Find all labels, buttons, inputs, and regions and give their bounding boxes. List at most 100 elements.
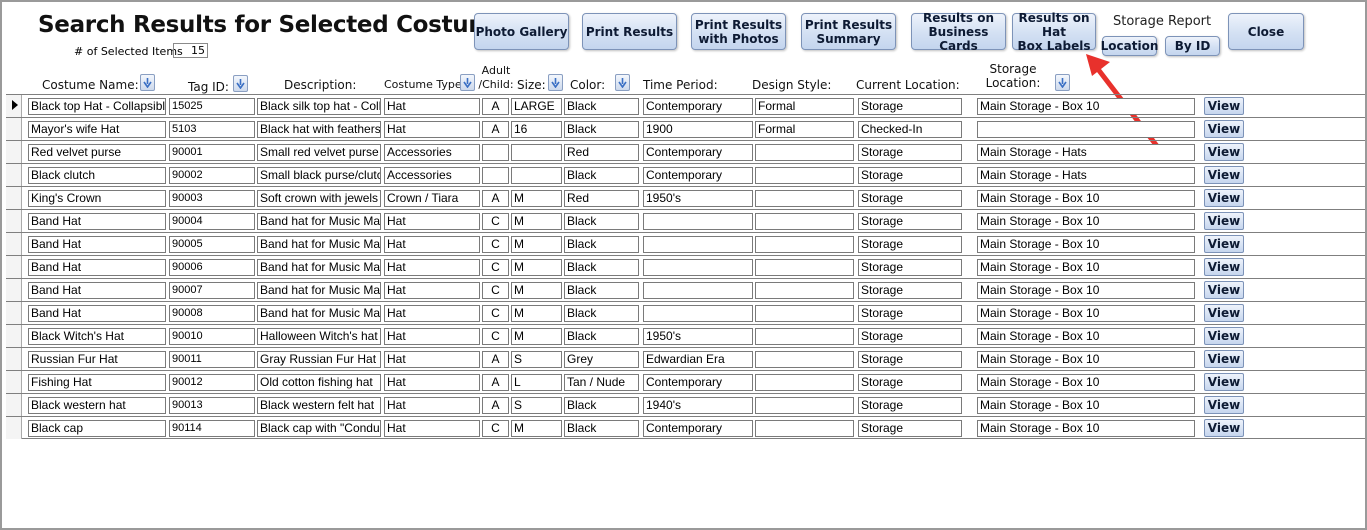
time-period-field[interactable]: Contemporary bbox=[643, 167, 753, 184]
adult-child-field[interactable]: C bbox=[482, 420, 509, 437]
view-button[interactable]: View bbox=[1204, 258, 1244, 276]
design-style-field[interactable] bbox=[755, 305, 854, 322]
current-location-field[interactable]: Storage bbox=[858, 282, 962, 299]
close-button[interactable]: Close bbox=[1228, 13, 1304, 50]
description-field[interactable]: Band hat for Music Ma bbox=[257, 213, 381, 230]
description-field[interactable]: Small black purse/clutc bbox=[257, 167, 381, 184]
description-field[interactable]: Black western felt hat bbox=[257, 397, 381, 414]
color-field[interactable]: Grey bbox=[564, 351, 639, 368]
view-button[interactable]: View bbox=[1204, 235, 1244, 253]
color-field[interactable]: Black bbox=[564, 397, 639, 414]
costume-type-field[interactable]: Hat bbox=[384, 328, 480, 345]
time-period-field[interactable]: Contemporary bbox=[643, 144, 753, 161]
costume-name-field[interactable]: Band Hat bbox=[28, 213, 166, 230]
description-field[interactable]: Band hat for Music Ma bbox=[257, 259, 381, 276]
size-field[interactable]: M bbox=[511, 213, 562, 230]
costume-type-field[interactable]: Hat bbox=[384, 397, 480, 414]
costume-name-field[interactable]: Black clutch bbox=[28, 167, 166, 184]
record-selector[interactable] bbox=[6, 348, 22, 370]
color-field[interactable]: Black bbox=[564, 236, 639, 253]
costume-name-field[interactable]: Band Hat bbox=[28, 236, 166, 253]
color-field[interactable]: Black bbox=[564, 121, 639, 138]
print-results-photos-button[interactable]: Print Results with Photos bbox=[691, 13, 786, 50]
record-selector[interactable] bbox=[6, 371, 22, 393]
current-location-field[interactable]: Storage bbox=[858, 167, 962, 184]
tag-id-field[interactable]: 90010 bbox=[169, 328, 255, 345]
storage-location-field[interactable]: Main Storage - Box 10 bbox=[977, 190, 1195, 207]
storage-location-field[interactable]: Main Storage - Box 10 bbox=[977, 236, 1195, 253]
record-selector[interactable] bbox=[6, 417, 22, 439]
view-button[interactable]: View bbox=[1204, 419, 1244, 437]
costume-type-field[interactable]: Hat bbox=[384, 305, 480, 322]
time-period-field[interactable] bbox=[643, 282, 753, 299]
size-field[interactable]: M bbox=[511, 328, 562, 345]
design-style-field[interactable]: Formal bbox=[755, 98, 854, 115]
results-business-cards-button[interactable]: Results on Business Cards bbox=[911, 11, 1006, 53]
time-period-field[interactable]: 1950's bbox=[643, 190, 753, 207]
view-button[interactable]: View bbox=[1204, 120, 1244, 138]
design-style-field[interactable] bbox=[755, 397, 854, 414]
sort-tag-id-button[interactable] bbox=[233, 75, 248, 92]
design-style-field[interactable] bbox=[755, 190, 854, 207]
sort-size-button[interactable] bbox=[548, 74, 563, 91]
view-button[interactable]: View bbox=[1204, 143, 1244, 161]
record-selector[interactable] bbox=[6, 210, 22, 232]
time-period-field[interactable]: 1950's bbox=[643, 328, 753, 345]
costume-name-field[interactable]: Black cap bbox=[28, 420, 166, 437]
sort-color-button[interactable] bbox=[615, 74, 630, 91]
storage-location-field[interactable]: Main Storage - Hats bbox=[977, 144, 1195, 161]
size-field[interactable] bbox=[511, 144, 562, 161]
costume-name-field[interactable]: Black western hat bbox=[28, 397, 166, 414]
view-button[interactable]: View bbox=[1204, 396, 1244, 414]
tag-id-field[interactable]: 90005 bbox=[169, 236, 255, 253]
time-period-field[interactable]: 1940's bbox=[643, 397, 753, 414]
storage-location-field[interactable] bbox=[977, 121, 1195, 138]
time-period-field[interactable]: Contemporary bbox=[643, 420, 753, 437]
record-selector[interactable] bbox=[6, 233, 22, 255]
design-style-field[interactable] bbox=[755, 259, 854, 276]
costume-type-field[interactable]: Hat bbox=[384, 259, 480, 276]
costume-type-field[interactable]: Accessories bbox=[384, 144, 480, 161]
color-field[interactable]: Black bbox=[564, 305, 639, 322]
tag-id-field[interactable]: 90004 bbox=[169, 213, 255, 230]
record-selector[interactable] bbox=[6, 256, 22, 278]
adult-child-field[interactable] bbox=[482, 144, 509, 161]
size-field[interactable]: S bbox=[511, 351, 562, 368]
adult-child-field[interactable]: C bbox=[482, 213, 509, 230]
design-style-field[interactable] bbox=[755, 144, 854, 161]
record-selector[interactable] bbox=[6, 325, 22, 347]
storage-location-field[interactable]: Main Storage - Box 10 bbox=[977, 328, 1195, 345]
costume-type-field[interactable]: Hat bbox=[384, 282, 480, 299]
storage-location-field[interactable]: Main Storage - Box 10 bbox=[977, 305, 1195, 322]
design-style-field[interactable] bbox=[755, 420, 854, 437]
design-style-field[interactable]: Formal bbox=[755, 121, 854, 138]
storage-location-field[interactable]: Main Storage - Box 10 bbox=[977, 213, 1195, 230]
color-field[interactable]: Black bbox=[564, 259, 639, 276]
size-field[interactable]: M bbox=[511, 190, 562, 207]
description-field[interactable]: Soft crown with jewels bbox=[257, 190, 381, 207]
current-location-field[interactable]: Storage bbox=[858, 144, 962, 161]
record-selector[interactable] bbox=[6, 302, 22, 324]
storage-location-field[interactable]: Main Storage - Hats bbox=[977, 167, 1195, 184]
current-location-field[interactable]: Storage bbox=[858, 236, 962, 253]
description-field[interactable]: Black cap with "Condu bbox=[257, 420, 381, 437]
description-field[interactable]: Black hat with feathers bbox=[257, 121, 381, 138]
results-hat-box-labels-button[interactable]: Results on Hat Box Labels bbox=[1012, 11, 1096, 53]
costume-type-field[interactable]: Accessories bbox=[384, 167, 480, 184]
size-field[interactable]: S bbox=[511, 397, 562, 414]
adult-child-field[interactable]: A bbox=[482, 374, 509, 391]
current-location-field[interactable]: Storage bbox=[858, 190, 962, 207]
record-selector[interactable] bbox=[6, 141, 22, 163]
size-field[interactable]: M bbox=[511, 236, 562, 253]
current-location-field[interactable]: Storage bbox=[858, 98, 962, 115]
sort-costume-name-button[interactable] bbox=[140, 74, 155, 91]
storage-location-field[interactable]: Main Storage - Box 10 bbox=[977, 259, 1195, 276]
view-button[interactable]: View bbox=[1204, 97, 1244, 115]
adult-child-field[interactable]: C bbox=[482, 328, 509, 345]
description-field[interactable]: Halloween Witch's hat bbox=[257, 328, 381, 345]
costume-type-field[interactable]: Hat bbox=[384, 213, 480, 230]
adult-child-field[interactable]: C bbox=[482, 259, 509, 276]
color-field[interactable]: Black bbox=[564, 328, 639, 345]
color-field[interactable]: Black bbox=[564, 282, 639, 299]
tag-id-field[interactable]: 90013 bbox=[169, 397, 255, 414]
